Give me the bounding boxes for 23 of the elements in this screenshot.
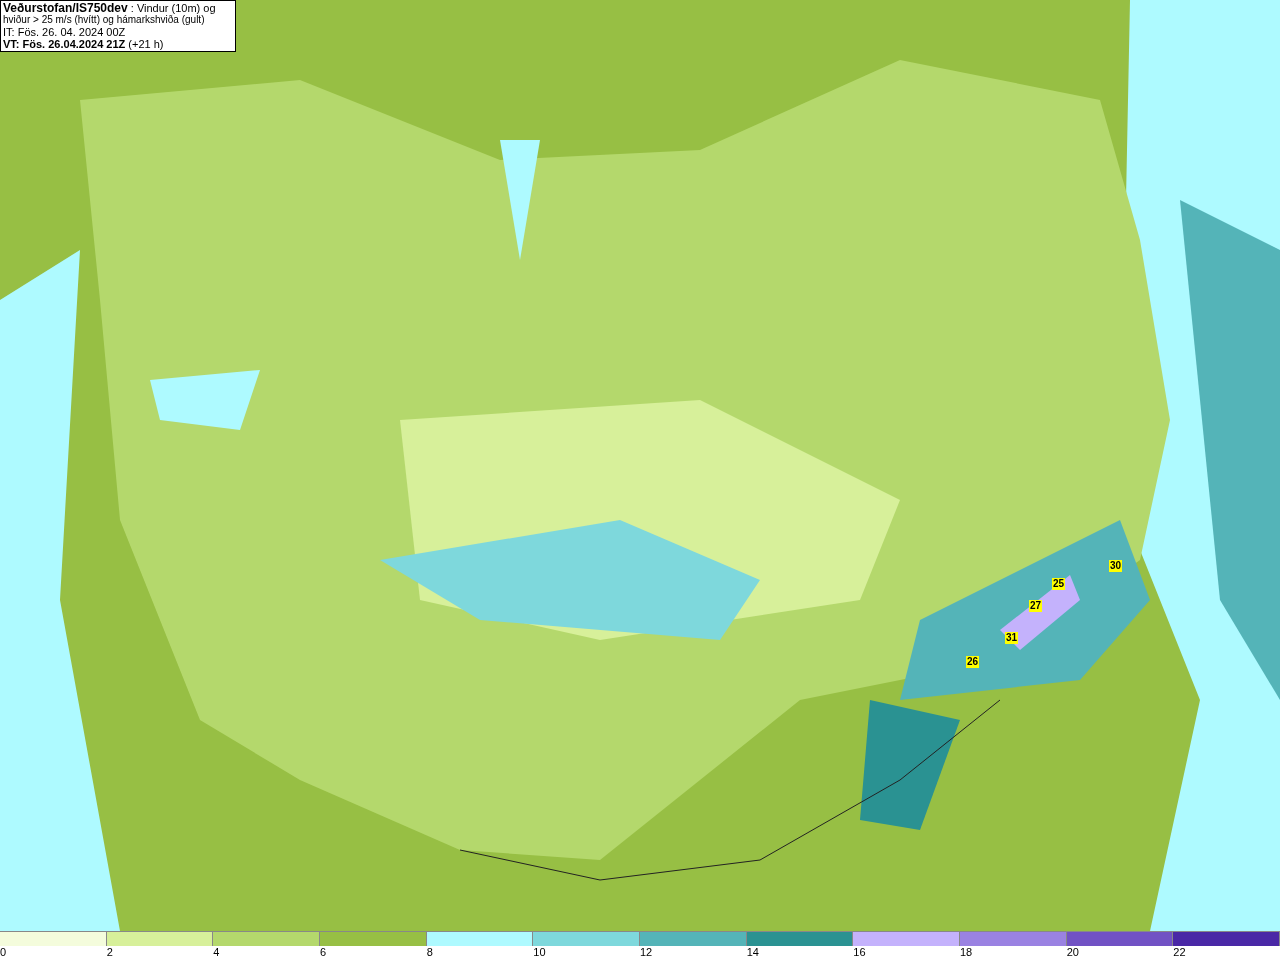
legend-label: 2 (106, 946, 113, 959)
legend-label: 22 (1173, 946, 1186, 959)
legend-label: 18 (960, 946, 973, 959)
legend-label: 14 (746, 946, 759, 959)
map-description: hviður > 25 m/s (hvítt) og hámarkshviða (gult) (3, 14, 205, 26)
legend-label: 20 (1066, 946, 1079, 959)
legend-label: 8 (426, 946, 433, 959)
gust-label: 30 (1109, 560, 1123, 572)
legend-label: 16 (853, 946, 866, 959)
legend-label: 4 (213, 946, 220, 959)
gust-label: 27 (1029, 600, 1043, 612)
map-description: : Vindur (10m) og (130, 2, 216, 14)
initial-time: IT: Fös. 26. 04. 2024 00Z (3, 26, 127, 38)
forecast-offset: (+21 h) (127, 38, 164, 50)
valid-time: VT: Fös. 26.04.2024 21Z (3, 38, 126, 50)
legend-label: 6 (320, 946, 327, 959)
gust-label: 26 (966, 656, 980, 668)
gust-label: 25 (1052, 578, 1066, 590)
legend-label: 0 (0, 946, 7, 959)
legend-label: 12 (640, 946, 653, 959)
gust-label: 31 (1005, 632, 1019, 644)
legend-label: 10 (533, 946, 546, 959)
map-title: Veðurstofan/IS750dev (3, 2, 128, 14)
